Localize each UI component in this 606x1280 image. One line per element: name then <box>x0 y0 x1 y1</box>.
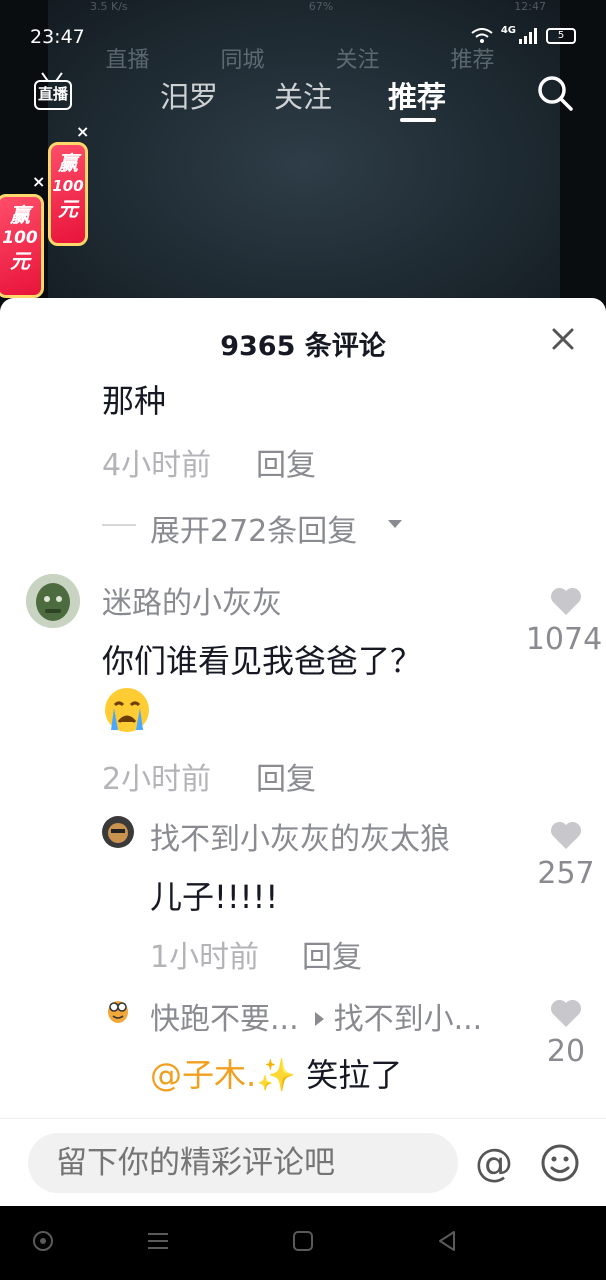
signal-icon <box>519 28 537 44</box>
promo-close-icon[interactable]: × <box>76 122 89 141</box>
promo-close-icon[interactable]: × <box>32 172 45 191</box>
reply-button[interactable]: 回复 <box>302 932 362 976</box>
home-icon[interactable] <box>292 1230 314 1252</box>
avatar[interactable] <box>26 574 80 628</box>
mention-link[interactable]: @子木.✨ <box>150 1056 296 1094</box>
reply-button[interactable]: 回复 <box>256 754 316 798</box>
wifi-icon <box>471 28 493 43</box>
like-count: 1074 <box>525 622 603 657</box>
heart-icon[interactable] <box>550 998 582 1028</box>
reply-username[interactable]: 找不到小灰灰的灰太狼 <box>150 814 450 858</box>
status-bar: 23:47 4G 5 <box>0 20 606 56</box>
promo-line: 元 <box>58 197 78 221</box>
avatar-image <box>102 816 134 848</box>
search-icon[interactable] <box>536 74 574 112</box>
comment-input-bar: @ <box>0 1118 606 1206</box>
emoji-icon[interactable] <box>540 1143 580 1183</box>
avatar[interactable] <box>102 994 134 1026</box>
ghost-status-bar: 3.5 K/s 67% 12:47 <box>90 0 546 18</box>
reply-to-username[interactable]: 找不到小... <box>334 1002 483 1037</box>
reply-button[interactable]: 回复 <box>256 440 316 484</box>
comment-time: 4小时前 <box>102 448 212 483</box>
tab-following[interactable]: 关注 <box>274 74 332 116</box>
avatar-image <box>26 574 80 628</box>
status-icons: 4G 5 <box>471 24 576 44</box>
top-nav: 直播 汨罗 关注 推荐 <box>0 66 606 126</box>
ghost-battery: 67% <box>308 0 334 13</box>
like-count: 20 <box>546 1034 586 1069</box>
reply-text-line: @子木.✨ 笑拉了 <box>150 1050 402 1096</box>
menu-icon[interactable] <box>146 1230 170 1252</box>
promo-badge[interactable]: 赢 100 元 <box>48 142 88 246</box>
tab-underline <box>400 118 436 122</box>
live-label: 直播 <box>34 80 72 110</box>
heart-icon[interactable] <box>550 586 582 616</box>
tab-recommend[interactable]: 推荐 <box>388 74 446 116</box>
reply-time: 1小时前 <box>150 940 260 975</box>
reply-username[interactable]: 快跑不要... <box>150 1002 299 1037</box>
avatar[interactable] <box>102 816 134 848</box>
reply-text: 儿子!!!!! <box>150 878 279 916</box>
like-count: 257 <box>537 856 595 891</box>
ghost-speed: 3.5 K/s <box>90 0 128 13</box>
promo-line: 赢 <box>10 203 30 227</box>
ghost-time: 12:47 <box>514 0 546 13</box>
live-tv-icon[interactable]: 直播 <box>32 72 76 114</box>
expand-divider <box>102 524 136 526</box>
comment-input[interactable] <box>28 1133 458 1193</box>
comments-panel: 9365 条评论 那种 4小时前 回复 展开272条回复 迷路的小灰灰 你们谁看… <box>0 298 606 1206</box>
promo-line: 100 <box>2 228 38 248</box>
reply-arrow-icon <box>314 1011 324 1026</box>
close-icon[interactable] <box>548 324 578 354</box>
reply-text: 笑拉了 <box>306 1056 403 1094</box>
battery-icon: 5 <box>546 28 576 44</box>
promo-line: 元 <box>10 249 30 273</box>
comment-time: 2小时前 <box>102 762 212 797</box>
tab-local[interactable]: 汨罗 <box>160 74 218 116</box>
assistant-icon[interactable] <box>32 1230 54 1252</box>
at-mention-icon[interactable]: @ <box>472 1141 516 1185</box>
system-nav-bar <box>0 1206 606 1280</box>
network-label: 4G <box>500 24 516 36</box>
comment-username[interactable]: 迷路的小灰灰 <box>102 578 282 622</box>
promo-line: 100 <box>52 177 84 195</box>
status-time: 23:47 <box>30 26 85 48</box>
comments-count-title: 9365 条评论 <box>220 331 386 362</box>
comment-text: 那种 <box>102 382 167 420</box>
reply-header: 快跑不要... 找不到小... <box>150 994 482 1038</box>
crying-emoji-icon <box>105 688 149 732</box>
promo-badge[interactable]: 赢 100 元 <box>0 194 44 298</box>
chevron-down-icon <box>388 520 402 528</box>
back-icon[interactable] <box>436 1230 458 1252</box>
avatar-image <box>102 994 134 1026</box>
promo-line: 赢 <box>58 151 78 175</box>
heart-icon[interactable] <box>550 820 582 850</box>
comment-text: 你们谁看见我爸爸了？ <box>102 642 423 680</box>
expand-replies-button[interactable]: 展开272条回复 <box>150 506 357 550</box>
